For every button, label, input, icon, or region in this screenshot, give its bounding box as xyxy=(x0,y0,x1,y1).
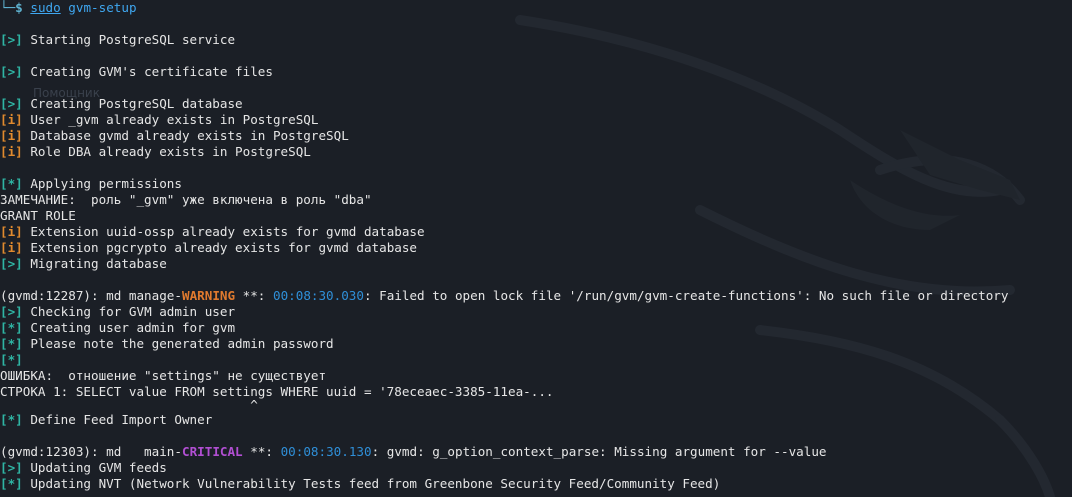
output-line: [i] Extension uuid-ossp already exists f… xyxy=(0,224,1072,240)
log-level-warning: WARNING xyxy=(181,288,236,303)
output-line: [>] Creating GVM's certificate files xyxy=(0,64,1072,80)
output-line: [*] xyxy=(0,352,1072,368)
line-text: User _gvm already exists in PostgreSQL xyxy=(22,112,319,127)
status-tag: [>] xyxy=(0,256,23,271)
status-tag: [*] xyxy=(0,476,23,491)
status-tag: [>] xyxy=(0,304,23,319)
line-text: Role DBA already exists in PostgreSQL xyxy=(22,144,311,159)
output-line: [*] Creating user admin for gvm xyxy=(0,320,1072,336)
line-text: Database gvmd already exists in PostgreS… xyxy=(22,128,349,143)
output-line: [i] Extension pgcrypto already exists fo… xyxy=(0,240,1072,256)
line-text: Please note the generated admin password xyxy=(22,336,334,351)
caret-line: ^ xyxy=(0,397,1072,412)
status-tag: [>] xyxy=(0,64,23,79)
output-line: [*] Applying permissions xyxy=(0,176,1072,192)
line-text: Updating NVT (Network Vulnerability Test… xyxy=(22,476,721,491)
log-timestamp: 00:08:30.030 xyxy=(272,288,364,303)
prompt-corner: └─ xyxy=(0,0,16,15)
output-line: ЗАМЕЧАНИЕ: роль "_gvm" уже включена в ро… xyxy=(0,192,1072,208)
command-sudo: sudo xyxy=(30,0,61,15)
line-text: ЗАМЕЧАНИЕ: роль "_gvm" уже включена в ро… xyxy=(0,192,372,207)
info-tag: [i] xyxy=(0,144,23,159)
output-line: [>] Starting PostgreSQL service xyxy=(0,32,1072,48)
output-line: [i] Role DBA already exists in PostgreSQ… xyxy=(0,144,1072,160)
log-level-critical: CRITICAL xyxy=(181,444,243,459)
info-tag: [i] xyxy=(0,128,23,143)
log-message: : gvmd: g_option_context_parse: Missing … xyxy=(371,444,827,459)
prompt-dollar: $ xyxy=(15,0,23,15)
output-line: [*] Please note the generated admin pass… xyxy=(0,336,1072,352)
log-prefix: (gvmd:12287): md manage- xyxy=(0,288,182,303)
line-text: Creating PostgreSQL database xyxy=(22,96,243,111)
output-line: [>] Migrating database xyxy=(0,256,1072,272)
line-text: Migrating database xyxy=(22,256,167,271)
warning-line: (gvmd:12287): md manage-WARNING **: 00:0… xyxy=(0,288,1072,304)
info-tag: [i] xyxy=(0,112,23,127)
line-text: Define Feed Import Owner xyxy=(22,412,213,427)
log-timestamp: 00:08:30.130 xyxy=(280,444,372,459)
log-message: : Failed to open lock file '/run/gvm/gvm… xyxy=(363,288,1009,303)
info-tag: [i] xyxy=(0,224,23,239)
output-line: ОШИБКА: отношение "settings" не существу… xyxy=(0,368,1072,384)
prompt-line: └─$ sudo gvm-setup xyxy=(0,0,1072,16)
line-text: Applying permissions xyxy=(22,176,182,191)
log-mid: **: xyxy=(235,288,273,303)
line-text: GRANT ROLE xyxy=(0,208,76,223)
line-text: Extension uuid-ossp already exists for g… xyxy=(22,224,425,239)
output-line: GRANT ROLE xyxy=(0,208,1072,224)
info-tag: [i] xyxy=(0,240,23,255)
output-line: [*] Define Feed Import Owner xyxy=(0,412,1072,428)
status-tag: [>] xyxy=(0,96,23,111)
log-mid: **: xyxy=(242,444,281,459)
status-tag: [*] xyxy=(0,412,23,427)
line-text: Checking for GVM admin user xyxy=(22,304,236,319)
output-line: [>] Updating GVM feeds xyxy=(0,460,1072,476)
status-tag: [*] xyxy=(0,320,23,335)
output-line: [>] Creating PostgreSQL database xyxy=(0,96,1072,112)
line-text: Starting PostgreSQL service xyxy=(22,32,236,47)
critical-line: (gvmd:12303): md main-CRITICAL **: 00:08… xyxy=(0,444,1072,460)
line-text: Updating GVM feeds xyxy=(22,460,167,475)
line-text: ^ xyxy=(0,397,258,412)
output-line: [>] Checking for GVM admin user xyxy=(0,304,1072,320)
status-tag: [>] xyxy=(0,460,23,475)
line-text: Creating GVM's certificate files xyxy=(22,64,273,79)
line-text: ОШИБКА: отношение "settings" не существу… xyxy=(0,368,327,383)
output-line: [*] Updating NVT (Network Vulnerability … xyxy=(0,476,1072,492)
status-tag: [*] xyxy=(0,176,23,191)
line-text: Creating user admin for gvm xyxy=(22,320,236,335)
terminal-output: └─$ sudo gvm-setup [>] Starting PostgreS… xyxy=(0,0,1072,492)
status-tag: [*] xyxy=(0,336,23,351)
command-argument: gvm-setup xyxy=(68,0,137,15)
log-prefix: (gvmd:12303): md main- xyxy=(0,444,182,459)
line-text: Extension pgcrypto already exists for gv… xyxy=(22,240,418,255)
output-line: [i] User _gvm already exists in PostgreS… xyxy=(0,112,1072,128)
status-tag: [>] xyxy=(0,32,23,47)
output-line: [i] Database gvmd already exists in Post… xyxy=(0,128,1072,144)
status-tag: [*] xyxy=(0,352,23,367)
